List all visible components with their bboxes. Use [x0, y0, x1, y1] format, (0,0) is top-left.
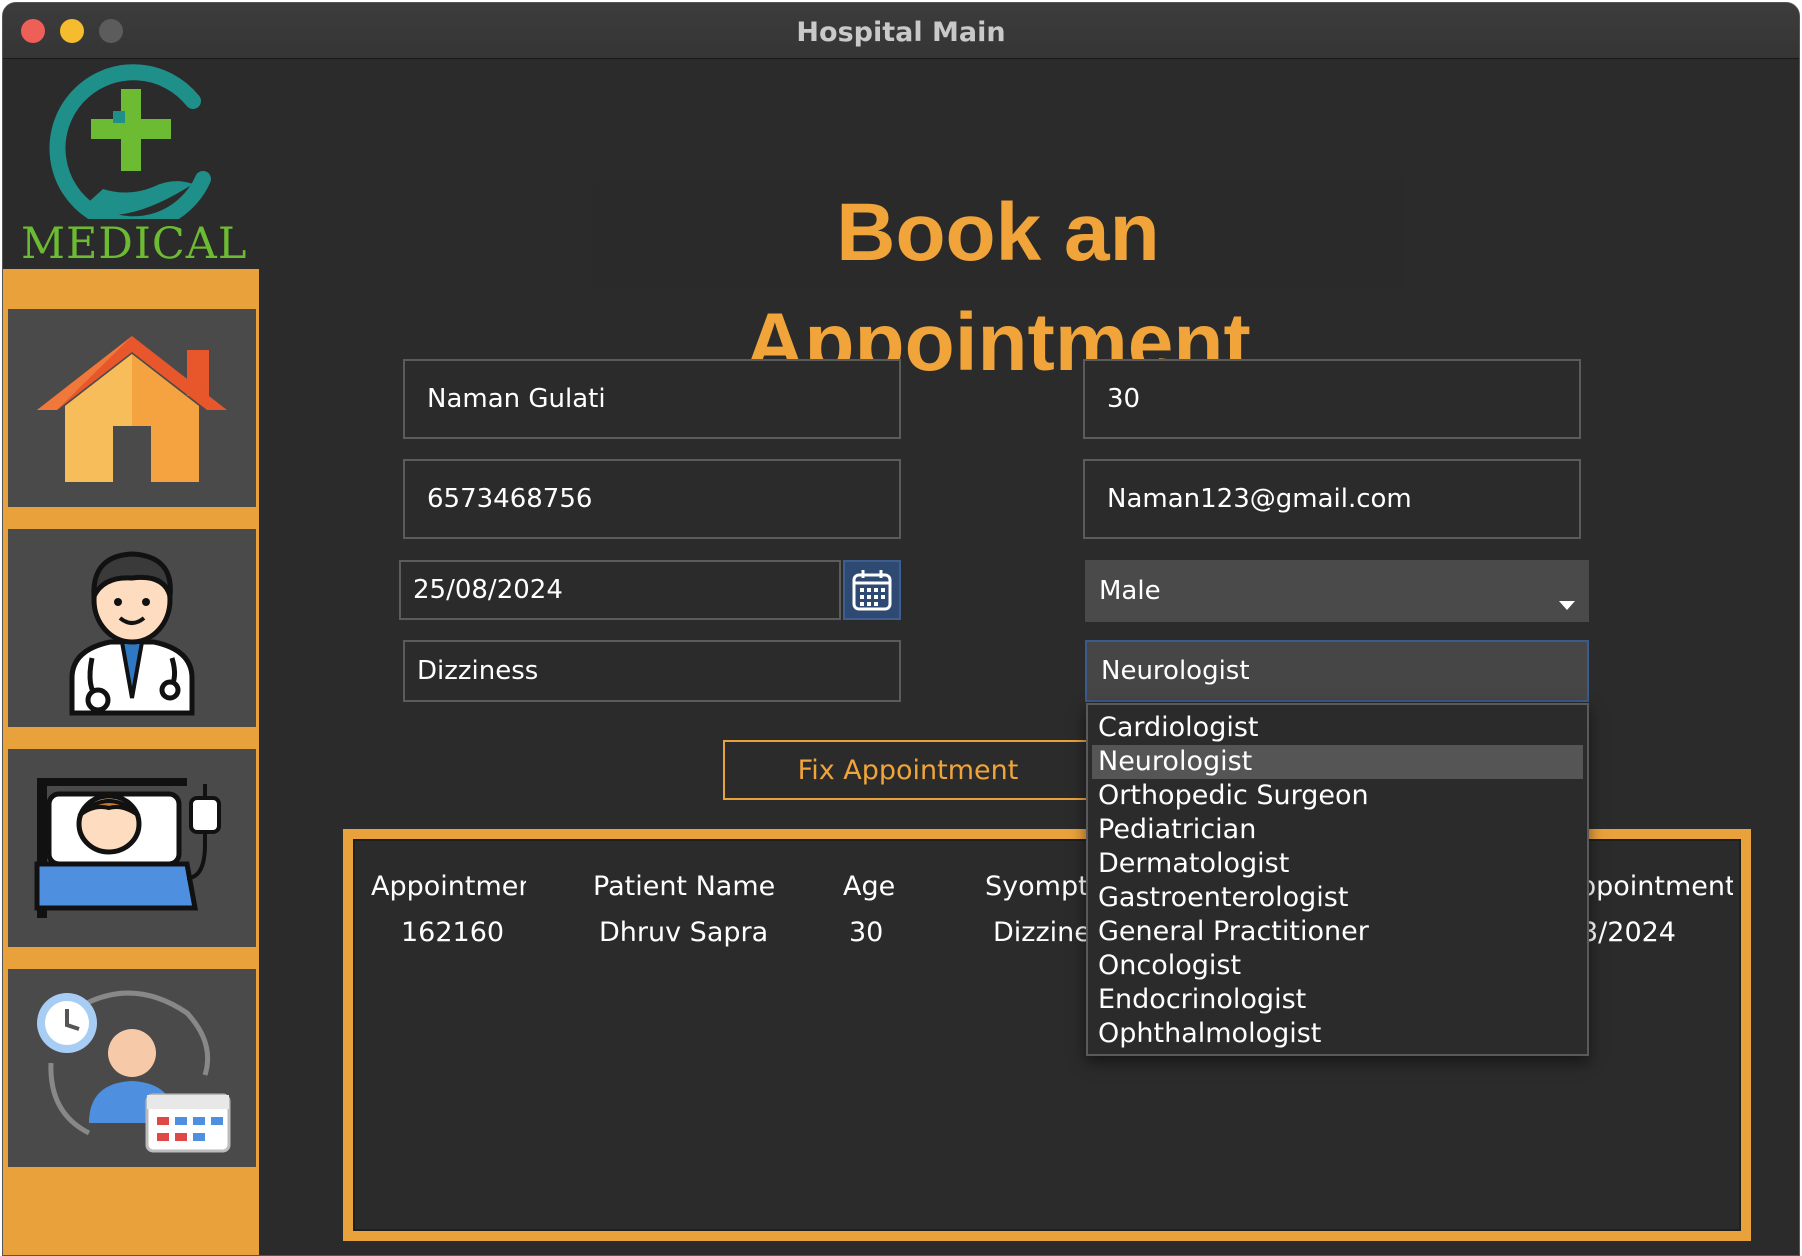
date-picker-button[interactable]	[843, 560, 901, 620]
specialist-select-value: Neurologist	[1101, 656, 1250, 686]
window-title: Hospital Main	[796, 17, 1006, 48]
table-cell[interactable]: 30	[849, 917, 883, 948]
dropdown-option[interactable]: Oncologist	[1092, 949, 1583, 983]
column-header[interactable]: Syompto	[985, 871, 1095, 902]
gender-select[interactable]: Male	[1085, 560, 1589, 622]
email-field[interactable]: Naman123@gmail.com	[1083, 459, 1581, 539]
sidebar-item-patients[interactable]	[8, 749, 256, 947]
title-bar: Hospital Main	[3, 3, 1799, 59]
dropdown-option[interactable]: Ophthalmologist	[1092, 1017, 1583, 1051]
dropdown-option[interactable]: Pediatrician	[1092, 813, 1583, 847]
dropdown-option[interactable]: Gastroenterologist	[1092, 881, 1583, 915]
app-window: Hospital Main MEDICAL Book an Appointmen…	[2, 2, 1800, 1256]
doctor-icon	[69, 551, 195, 716]
dropdown-option[interactable]: Endocrinologist	[1092, 983, 1583, 1017]
patient-bed-icon	[34, 778, 221, 918]
dropdown-option[interactable]: Dermatologist	[1092, 847, 1583, 881]
page-title: Book an Appointment	[593, 178, 1403, 388]
calendar-icon	[852, 570, 892, 611]
table-cell[interactable]: 162160	[401, 917, 504, 948]
patient-name-field[interactable]: Naman Gulati	[403, 359, 901, 439]
column-header[interactable]: Appointment	[371, 871, 526, 902]
sidebar: MEDICAL	[3, 59, 259, 1255]
sidebar-item-home[interactable]	[8, 309, 256, 507]
medical-logo-icon	[49, 64, 211, 219]
table-cell[interactable]: Dhruv Sapra	[599, 917, 768, 948]
sidebar-nav	[3, 269, 259, 1255]
chevron-down-icon	[1559, 601, 1575, 610]
dropdown-option[interactable]: Orthopedic Surgeon	[1092, 779, 1583, 813]
date-field[interactable]: 25/08/2024	[399, 560, 841, 620]
table-cell[interactable]: 3/2024	[1581, 917, 1676, 948]
column-header[interactable]: ppointment	[1579, 871, 1733, 902]
symptoms-field[interactable]: Dizziness	[403, 640, 901, 702]
column-header[interactable]: Age	[843, 871, 895, 902]
sidebar-item-doctors[interactable]	[8, 529, 256, 727]
dropdown-option[interactable]: Cardiologist	[1092, 711, 1583, 745]
table-cell[interactable]: Dizzines	[993, 917, 1093, 948]
age-field[interactable]: 30	[1083, 359, 1581, 439]
phone-field[interactable]: 6573468756	[403, 459, 901, 539]
logo-text: MEDICAL	[21, 219, 248, 269]
column-header[interactable]: Patient Name	[593, 871, 775, 902]
house-icon	[37, 336, 227, 482]
dropdown-option[interactable]: General Practitioner	[1092, 915, 1583, 949]
logo: MEDICAL	[3, 59, 259, 269]
dropdown-option-selected[interactable]: Neurologist	[1092, 745, 1583, 779]
sidebar-item-appointments[interactable]	[8, 969, 256, 1167]
appointment-schedule-icon	[37, 990, 231, 1153]
gender-select-value: Male	[1099, 576, 1161, 606]
specialist-select[interactable]: Neurologist	[1085, 640, 1589, 702]
fix-appointment-button[interactable]: Fix Appointment	[723, 740, 1093, 800]
specialist-dropdown-list: Cardiologist Neurologist Orthopedic Surg…	[1086, 703, 1589, 1056]
